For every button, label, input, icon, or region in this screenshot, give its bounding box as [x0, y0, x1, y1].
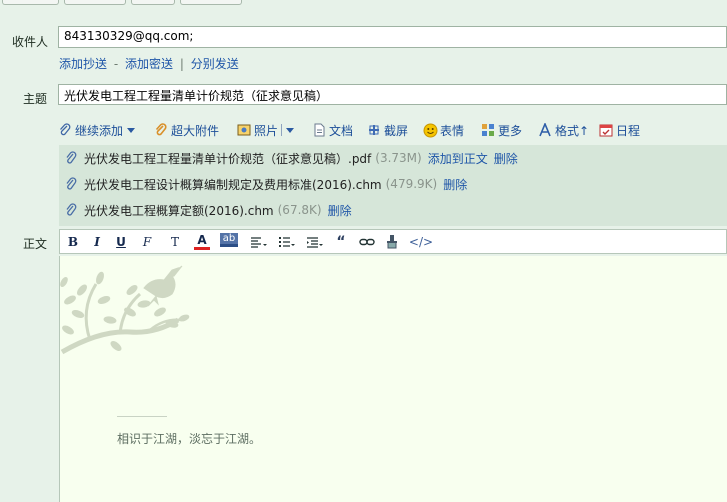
smiley-icon	[423, 123, 438, 138]
to-field-value: 843130329@qq.com;	[64, 29, 194, 43]
editor-toolbar: B I U F T A ab “ </>	[59, 229, 727, 254]
schedule-label: 日程	[616, 123, 641, 138]
document-button[interactable]: 文档	[312, 120, 353, 140]
bullet-list-icon	[279, 236, 295, 247]
background-color-button[interactable]: ab	[220, 233, 238, 247]
calendar-icon	[599, 123, 613, 137]
format-button[interactable]: 格式↑	[538, 120, 589, 140]
photo-button[interactable]: 照片	[237, 120, 295, 140]
bold-button[interactable]: B	[66, 233, 80, 250]
schedule-button[interactable]: 日程	[599, 120, 640, 140]
add-cc-link[interactable]: 添加抄送	[59, 57, 107, 71]
top-button[interactable]	[2, 0, 59, 5]
more-button[interactable]: 更多	[481, 120, 522, 140]
emoji-label: 表情	[440, 123, 465, 138]
font-color-button[interactable]: A	[194, 233, 210, 250]
italic-button[interactable]: I	[90, 233, 104, 250]
top-button[interactable]	[64, 0, 126, 5]
attachment-item: 光伏发电工程设计概算编制规定及费用标准(2016).chm (479.9K) 删…	[65, 175, 467, 193]
delete-attachment-link[interactable]: 删除	[443, 176, 467, 193]
source-code-button[interactable]: </>	[408, 233, 434, 250]
body-label: 正文	[23, 237, 48, 251]
divider	[281, 124, 283, 136]
document-label: 文档	[329, 123, 354, 138]
quote-button[interactable]: “	[334, 233, 348, 250]
to-field[interactable]: 843130329@qq.com;	[58, 26, 727, 48]
chevron-down-icon[interactable]	[286, 127, 295, 133]
subject-field-value: 光伏发电工程工程量清单计价规范（征求意见稿）	[64, 89, 329, 103]
attachment-size: (67.8K)	[277, 203, 322, 217]
indent-button[interactable]	[304, 233, 326, 250]
bullet-list-button[interactable]	[276, 233, 298, 250]
add-to-body-link[interactable]: 添加到正文	[428, 150, 488, 167]
align-button[interactable]	[248, 233, 270, 250]
top-button[interactable]	[131, 0, 175, 5]
delete-attachment-link[interactable]: 删除	[494, 150, 518, 167]
more-label: 更多	[498, 123, 523, 138]
tree-bird-decoration	[60, 265, 190, 355]
signature-divider	[117, 416, 167, 417]
paperclip-icon	[65, 203, 77, 217]
large-attachment-icon	[154, 123, 168, 137]
clear-format-button[interactable]	[384, 233, 400, 250]
font-family-button[interactable]: F	[138, 233, 156, 250]
format-label: 格式↑	[555, 123, 590, 138]
top-button[interactable]	[180, 0, 242, 5]
photo-icon	[237, 123, 251, 137]
attachment-size: (3.73M)	[375, 151, 422, 165]
attachment-size: (479.9K)	[385, 177, 438, 191]
subject-field[interactable]: 光伏发电工程工程量清单计价规范（征求意见稿）	[58, 84, 727, 105]
to-label: 收件人	[12, 35, 49, 49]
letter-a-icon	[538, 121, 552, 137]
link-icon	[359, 238, 375, 245]
link-button[interactable]	[358, 233, 376, 250]
document-icon	[312, 123, 326, 137]
recipient-links: 添加抄送 - 添加密送 | 分别发送	[59, 55, 239, 72]
separator-dash: -	[113, 57, 119, 71]
font-size-button[interactable]: T	[166, 233, 184, 250]
continue-add-label: 继续添加	[75, 123, 124, 138]
paperclip-icon	[65, 151, 77, 165]
emoji-button[interactable]: 表情	[423, 120, 464, 140]
delete-attachment-link[interactable]: 删除	[328, 202, 352, 219]
scissors-icon	[367, 123, 381, 137]
large-attachment-button[interactable]: 超大附件	[154, 120, 219, 140]
large-attachment-label: 超大附件	[171, 123, 220, 138]
attachment-name: 光伏发电工程工程量清单计价规范（征求意见稿）.pdf	[84, 151, 372, 166]
underline-button[interactable]: U	[114, 233, 128, 250]
attachment-item: 光伏发电工程概算定额(2016).chm (67.8K) 删除	[65, 201, 352, 219]
photo-label: 照片	[254, 123, 279, 138]
separator-pipe: |	[179, 57, 184, 71]
chevron-down-icon[interactable]	[127, 127, 136, 133]
attachment-item: 光伏发电工程工程量清单计价规范（征求意见稿）.pdf (3.73M) 添加到正文…	[65, 149, 518, 167]
signature-text: 相识于江湖，淡忘于江湖。	[117, 432, 262, 446]
separate-send-link[interactable]: 分别发送	[191, 57, 239, 71]
top-toolbar-strip	[0, 0, 727, 8]
paperclip-icon	[58, 123, 72, 137]
continue-add-button[interactable]: 继续添加	[58, 120, 136, 140]
align-left-icon	[251, 236, 267, 248]
grid-icon	[481, 123, 495, 137]
screenshot-button[interactable]: 截屏	[367, 120, 408, 140]
add-bcc-link[interactable]: 添加密送	[125, 57, 173, 71]
attachment-list: 光伏发电工程工程量清单计价规范（征求意见稿）.pdf (3.73M) 添加到正文…	[59, 145, 727, 226]
message-body-editor[interactable]: 相识于江湖，淡忘于江湖。	[59, 256, 727, 502]
attachment-name: 光伏发电工程概算定额(2016).chm	[84, 203, 274, 218]
attachment-name: 光伏发电工程设计概算编制规定及费用标准(2016).chm	[84, 177, 382, 192]
screenshot-label: 截屏	[384, 123, 409, 138]
brush-icon	[387, 235, 397, 249]
indent-icon	[307, 236, 323, 248]
subject-label: 主题	[23, 92, 48, 106]
paperclip-icon	[65, 177, 77, 191]
